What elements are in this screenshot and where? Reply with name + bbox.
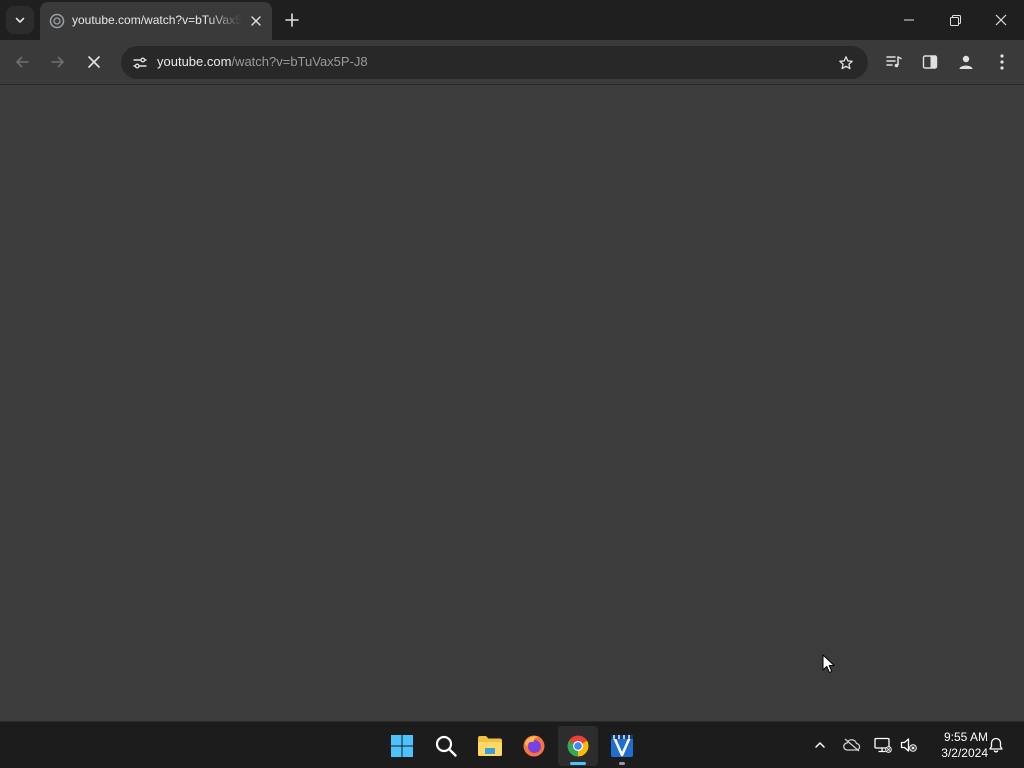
- tab-title: youtube.com/watch?v=bTuVax5P-J8: [72, 13, 242, 27]
- star-icon: [838, 55, 853, 69]
- kebab-menu-icon: [1000, 54, 1004, 70]
- close-icon: [251, 16, 261, 26]
- chevron-up-icon: [815, 742, 825, 748]
- side-panel-icon: [922, 55, 938, 69]
- volume-muted-icon: [900, 738, 917, 752]
- plus-icon: [285, 13, 299, 27]
- restore-icon: [949, 14, 961, 26]
- profile-icon: [959, 55, 973, 69]
- chrome-icon: [567, 735, 589, 757]
- clock-time: 9:55 AM: [943, 730, 988, 744]
- taskbar-search-button[interactable]: [426, 726, 466, 766]
- tune-icon: [132, 57, 147, 68]
- close-icon: [995, 14, 1007, 26]
- start-button[interactable]: [382, 726, 422, 766]
- tab-close-button[interactable]: [246, 11, 266, 31]
- network-icon: [874, 737, 892, 753]
- network-tray-button[interactable]: [872, 734, 894, 756]
- chrome-button[interactable]: [558, 726, 598, 766]
- bell-icon: [989, 737, 1003, 753]
- forward-button[interactable]: [44, 48, 72, 76]
- mouse-cursor-icon: [822, 654, 835, 673]
- chevron-down-icon: [15, 17, 25, 23]
- browser-toolbar: youtube.com/watch?v=bTuVax5P-J8: [0, 40, 1024, 85]
- search-icon: [435, 735, 457, 757]
- clock-date: 3/2/2024: [941, 746, 988, 760]
- active-app-indicator: [570, 762, 586, 765]
- side-panel-button[interactable]: [916, 48, 944, 76]
- tab-search-button[interactable]: [6, 6, 34, 34]
- show-hidden-icons-button[interactable]: [809, 734, 831, 756]
- chrome-menu-button[interactable]: [988, 48, 1016, 76]
- url-host: youtube.com: [157, 54, 232, 69]
- forward-arrow-icon: [51, 56, 64, 68]
- restore-button[interactable]: [932, 0, 978, 40]
- url-text[interactable]: youtube.com/watch?v=bTuVax5P-J8: [157, 54, 368, 69]
- onedrive-offline-icon: [843, 738, 861, 752]
- windows-start-icon: [391, 735, 413, 757]
- stop-loading-icon: [88, 56, 100, 68]
- notifications-button[interactable]: [985, 734, 1007, 756]
- onedrive-tray-button[interactable]: [841, 734, 863, 756]
- video-editor-icon: [611, 735, 633, 757]
- volume-tray-button[interactable]: [898, 734, 920, 756]
- title-bar: youtube.com/watch?v=bTuVax5P-J8: [0, 0, 1024, 40]
- video-editor-button[interactable]: [602, 726, 642, 766]
- file-explorer-icon: [478, 736, 502, 756]
- media-controls-button[interactable]: [880, 48, 908, 76]
- firefox-icon: [523, 735, 545, 757]
- running-app-indicator: [619, 762, 625, 765]
- system-clock[interactable]: 9:55 AM 3/2/2024: [926, 729, 988, 761]
- back-arrow-icon: [16, 56, 29, 68]
- media-controls-icon: [886, 56, 902, 68]
- profile-button[interactable]: [952, 48, 980, 76]
- back-button[interactable]: [8, 48, 36, 76]
- minimize-icon: [904, 19, 914, 21]
- stop-loading-button[interactable]: [80, 48, 108, 76]
- url-path: /watch?v=bTuVax5P-J8: [231, 54, 368, 69]
- site-info-button[interactable]: [127, 50, 152, 75]
- new-tab-button[interactable]: [280, 8, 304, 32]
- page-content[interactable]: [0, 86, 1024, 721]
- loading-globe-icon: [49, 13, 65, 29]
- minimize-button[interactable]: [886, 0, 932, 40]
- taskbar: 9:55 AM 3/2/2024: [0, 721, 1024, 768]
- file-explorer-button[interactable]: [470, 726, 510, 766]
- bookmark-button[interactable]: [833, 50, 858, 75]
- browser-tab[interactable]: youtube.com/watch?v=bTuVax5P-J8: [40, 2, 272, 40]
- firefox-button[interactable]: [514, 726, 554, 766]
- address-bar[interactable]: youtube.com/watch?v=bTuVax5P-J8: [121, 46, 868, 79]
- close-window-button[interactable]: [978, 0, 1024, 40]
